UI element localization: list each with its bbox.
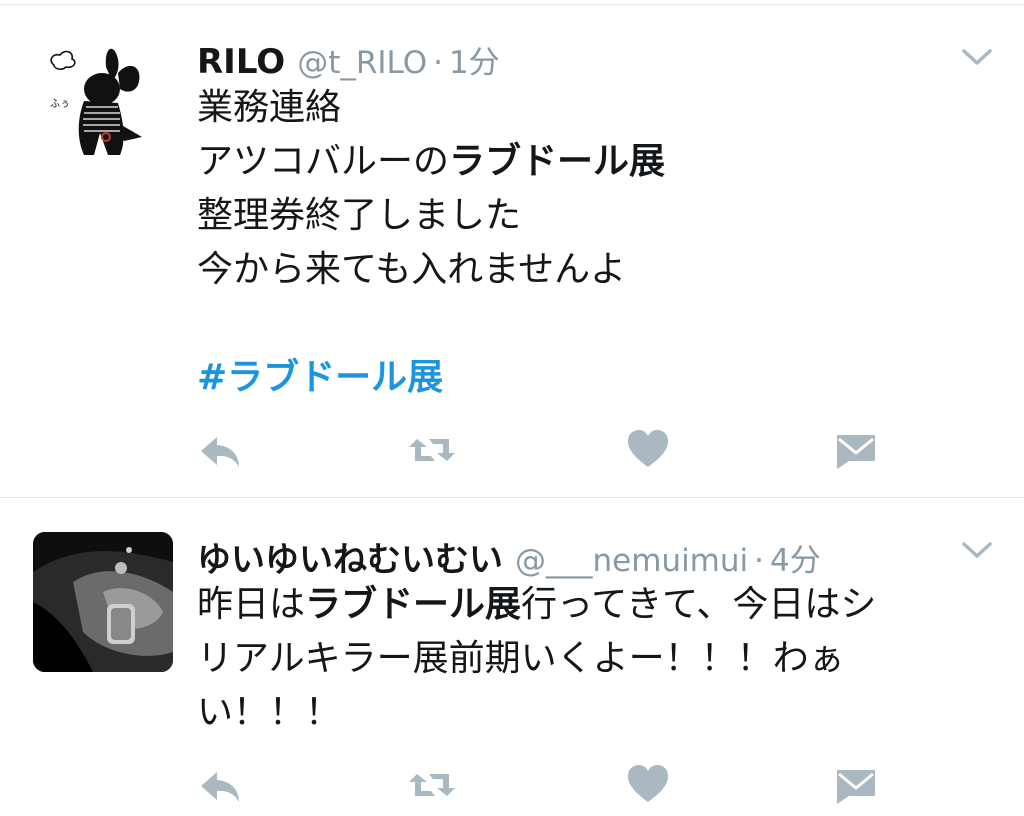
tweet-header: RILO @t_RILO · 1分 (197, 37, 500, 82)
tweet-text-line: 整理券終了しました (197, 189, 977, 243)
reply-icon[interactable] (195, 760, 245, 810)
direct-message-icon[interactable] (831, 760, 881, 810)
tweet-header: ゆいゆいねむいむい @___nemuimui · 4分 (197, 532, 821, 581)
tweet-text-line: 業務連絡 (197, 81, 977, 135)
highlighted-text: ラブドール展 (305, 584, 522, 625)
tweet-text-line: アツコバルーのラブドール展 (197, 135, 977, 189)
tweet-text-line: #ラブドール展 (197, 351, 977, 405)
separator-dot: · (754, 543, 764, 579)
retweet-icon[interactable] (407, 425, 457, 475)
retweet-icon[interactable] (407, 760, 457, 810)
text-segment: 整理券終了しました (197, 195, 522, 236)
avatar[interactable] (33, 532, 173, 672)
display-name[interactable]: RILO (197, 42, 285, 82)
direct-message-icon[interactable] (831, 425, 881, 475)
tweet-text: 昨日はラブドール展行ってきて、今日はシリアルキラー展前期いくよー！！！わぁ い！！… (197, 578, 997, 740)
hashtag-link[interactable]: #ラブドール展 (197, 357, 443, 398)
avatar-rabbit-silhouette: ふぅ (34, 37, 174, 177)
timestamp[interactable]: 4分 (770, 535, 821, 580)
avatar-photo (33, 532, 173, 672)
text-segment: 業務連絡 (197, 87, 342, 128)
svg-text:ふぅ: ふぅ (50, 98, 70, 110)
chevron-down-icon[interactable] (960, 45, 994, 69)
tweet-item[interactable]: ふぅ RILO @t_RILO · 1分 業務連絡アツコバルーのラブドール展整理… (0, 5, 1024, 497)
text-segment: アツコバルーの (197, 141, 450, 182)
timestamp[interactable]: 1分 (449, 37, 500, 82)
text-segment: 行ってきて、今日はシ (521, 584, 877, 625)
text-segment: い！！！ (197, 692, 342, 733)
like-icon[interactable] (623, 760, 673, 810)
tweet-item[interactable]: ゆいゆいねむいむい @___nemuimui · 4分 昨日はラブドール展行って… (0, 498, 1024, 816)
action-bar (195, 425, 895, 475)
display-name[interactable]: ゆいゆいねむいむい (197, 532, 503, 581)
chevron-down-icon[interactable] (960, 538, 994, 562)
user-handle[interactable]: @___nemuimui (515, 543, 748, 579)
action-bar (195, 760, 895, 810)
separator-dot: · (433, 45, 443, 81)
tweet-text-line: い！！！ (197, 686, 997, 740)
tweet-text-line: 今から来ても入れませんよ (197, 243, 977, 297)
tweet-text: 業務連絡アツコバルーのラブドール展整理券終了しました今から来ても入れませんよ #… (197, 81, 977, 405)
text-segment: リアルキラー展前期いくよー！！！わぁ (197, 638, 845, 679)
tweet-text-line (197, 297, 977, 351)
avatar[interactable]: ふぅ (34, 37, 174, 177)
like-icon[interactable] (623, 425, 673, 475)
highlighted-text: ラブドール展 (449, 141, 666, 182)
reply-icon[interactable] (195, 425, 245, 475)
tweet-text-line: リアルキラー展前期いくよー！！！わぁ (197, 632, 997, 686)
user-handle[interactable]: @t_RILO (297, 45, 427, 81)
text-segment: 昨日は (197, 584, 306, 625)
tweet-text-line: 昨日はラブドール展行ってきて、今日はシ (197, 578, 997, 632)
text-segment: 今から来ても入れませんよ (197, 249, 627, 290)
